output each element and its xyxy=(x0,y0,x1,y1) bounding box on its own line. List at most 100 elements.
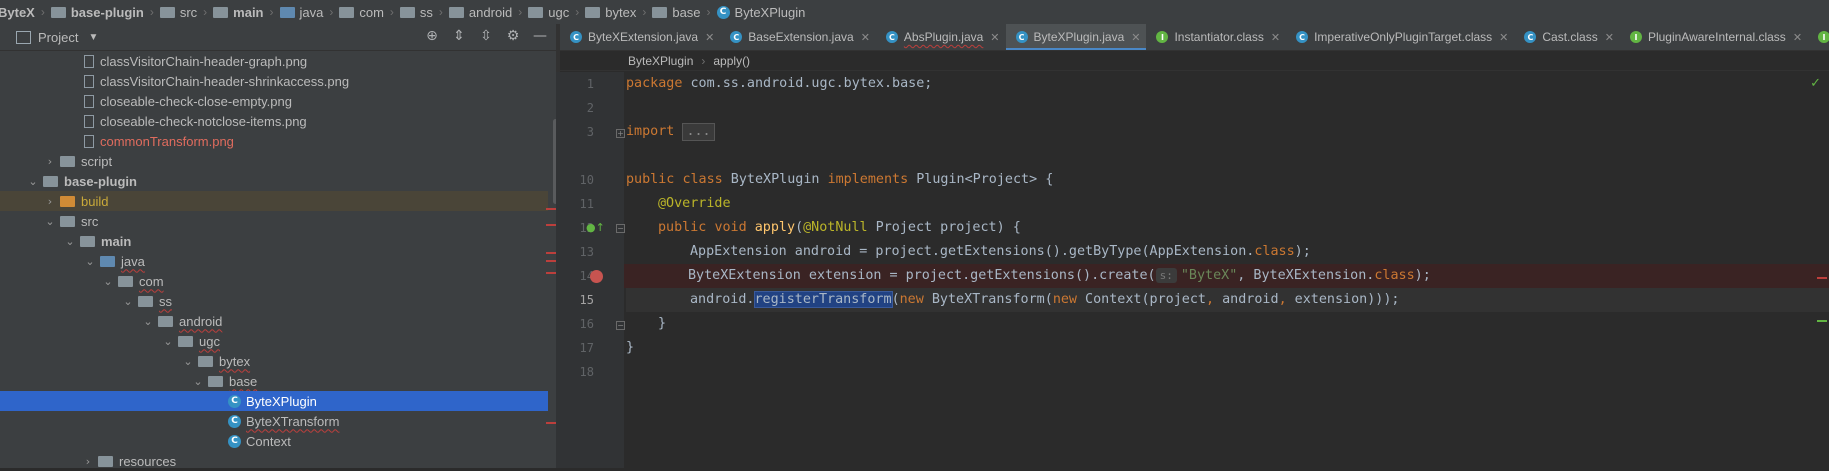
crumb-src[interactable]: src › xyxy=(159,5,213,20)
close-icon[interactable]: ✕ xyxy=(1605,31,1614,44)
tree-item[interactable]: C Context xyxy=(0,431,548,451)
locate-icon[interactable]: ⊕ xyxy=(424,28,440,44)
selected-text[interactable]: registerTransform xyxy=(753,291,893,308)
breadcrumb-class[interactable]: ByteXPlugin xyxy=(628,54,693,68)
tree-item[interactable]: ⌄ src xyxy=(0,211,548,231)
chevron-right-icon: › xyxy=(329,5,334,19)
tab-absplugin[interactable]: C AbsPlugin.java ✕ xyxy=(876,24,1006,50)
check-icon[interactable]: ✓ xyxy=(1810,76,1821,91)
error-marker[interactable] xyxy=(546,252,556,254)
code-line: public class ByteXPlugin implements Plug… xyxy=(626,172,1054,187)
folder-icon xyxy=(159,6,175,18)
tree-item[interactable]: C ByteXTransform xyxy=(0,411,548,431)
error-marker[interactable] xyxy=(546,422,556,424)
chevron-right-icon: › xyxy=(269,5,274,19)
chevron-down-icon[interactable]: ⌄ xyxy=(84,255,96,268)
package-icon xyxy=(118,275,133,287)
tab-bytexextension[interactable]: C ByteXExtension.java ✕ xyxy=(560,24,720,50)
chevron-right-icon[interactable]: › xyxy=(44,155,56,168)
tree-item[interactable]: ⌄ ss xyxy=(0,291,548,311)
code-editor[interactable]: 1 2 3 10 11 12 13 14 15 16 17 18 ●↑ + − … xyxy=(556,72,1829,468)
error-stripe-marker[interactable] xyxy=(1817,277,1827,279)
code-area[interactable]: package com.ss.android.ugc.bytex.base; i… xyxy=(624,72,1829,468)
image-file-icon xyxy=(84,54,94,68)
collapse-all-icon[interactable]: ⇳ xyxy=(478,28,494,44)
close-icon[interactable]: ✕ xyxy=(990,31,999,44)
tree-item[interactable]: commonTransform.png xyxy=(0,131,548,151)
tree-item[interactable]: ⌄ com xyxy=(0,271,548,291)
tree-item[interactable]: closeable-check-close-empty.png xyxy=(0,91,548,111)
breakpoint-icon[interactable] xyxy=(590,270,603,283)
tree-item-selected[interactable]: C ByteXPlugin xyxy=(0,391,548,411)
editor-gutter[interactable]: 1 2 3 10 11 12 13 14 15 16 17 18 ●↑ + − … xyxy=(556,72,625,468)
minimize-icon[interactable]: — xyxy=(532,28,548,44)
error-marker[interactable] xyxy=(546,224,556,226)
line-number: 11 xyxy=(579,197,594,211)
chevron-down-icon[interactable]: ⌄ xyxy=(192,375,204,388)
interface-icon: I xyxy=(1629,31,1642,43)
tab-imperativeonlyplugintarget[interactable]: C ImperativeOnlyPluginTarget.class ✕ xyxy=(1286,24,1514,50)
tree-item[interactable]: ⌄ bytex xyxy=(0,351,548,371)
error-marker[interactable] xyxy=(546,208,556,210)
crumb-java[interactable]: java › xyxy=(279,5,340,20)
crumb-bytex[interactable]: bytex › xyxy=(585,5,652,20)
chevron-down-icon[interactable]: ⌄ xyxy=(102,275,114,288)
tree-item[interactable]: ⌄ android xyxy=(0,311,548,331)
tab-cast[interactable]: C Cast.class ✕ xyxy=(1514,24,1620,50)
error-marker[interactable] xyxy=(546,272,556,274)
chevron-down-icon[interactable]: ⌄ xyxy=(27,175,39,188)
tree-item[interactable]: ⌄ main xyxy=(0,231,548,251)
crumb-module[interactable]: base-plugin › xyxy=(50,5,160,20)
implements-icon[interactable]: ●↑ xyxy=(586,221,605,234)
tree-item[interactable]: ⌄ ugc xyxy=(0,331,548,351)
tree-item[interactable]: ⌄ base xyxy=(0,371,548,391)
chevron-down-icon[interactable]: ⌄ xyxy=(142,315,154,328)
change-stripe-marker[interactable] xyxy=(1817,320,1827,322)
close-icon[interactable]: ✕ xyxy=(705,31,714,44)
chevron-down-icon[interactable]: ⌄ xyxy=(182,355,194,368)
crumb-ugc[interactable]: ugc › xyxy=(528,5,585,20)
gear-icon[interactable]: ⚙ xyxy=(505,28,521,44)
tab-overflow[interactable]: I xyxy=(1808,24,1829,50)
tree-item[interactable]: ⌄ base-plugin xyxy=(0,171,548,191)
tree-item[interactable]: classVisitorChain-header-graph.png xyxy=(0,51,548,71)
project-panel-title[interactable]: Project xyxy=(38,30,78,45)
chevron-down-icon[interactable]: ⌄ xyxy=(162,335,174,348)
chevron-right-icon[interactable]: › xyxy=(82,455,94,468)
expand-all-icon[interactable]: ⇕ xyxy=(451,28,467,44)
close-icon[interactable]: ✕ xyxy=(1131,31,1140,44)
close-icon[interactable]: ✕ xyxy=(1793,31,1802,44)
close-icon[interactable]: ✕ xyxy=(1499,31,1508,44)
tab-baseextension[interactable]: C BaseExtension.java ✕ xyxy=(720,24,876,50)
chevron-down-icon[interactable]: ⌄ xyxy=(122,295,134,308)
chevron-down-icon[interactable]: ▼ xyxy=(88,32,98,43)
crumb-com[interactable]: com › xyxy=(339,5,400,20)
crumb-base[interactable]: base › xyxy=(652,5,716,20)
tree-item[interactable]: classVisitorChain-header-shrinkaccess.pn… xyxy=(0,71,548,91)
close-icon[interactable]: ✕ xyxy=(1271,31,1280,44)
crumb-project[interactable]: ByteX › xyxy=(0,5,51,20)
tree-item[interactable]: closeable-check-notclose-items.png xyxy=(0,111,548,131)
tree-item[interactable]: › build xyxy=(0,191,548,211)
crumb-ss[interactable]: ss › xyxy=(399,5,449,20)
folded-imports[interactable]: ... xyxy=(682,123,715,141)
crumb-main[interactable]: main › xyxy=(213,5,279,20)
tab-instantiator[interactable]: I Instantiator.class ✕ xyxy=(1146,24,1286,50)
crumb-android[interactable]: android › xyxy=(448,5,528,20)
fold-icon[interactable]: − xyxy=(616,224,625,233)
close-icon[interactable]: ✕ xyxy=(861,31,870,44)
tab-bytexplugin[interactable]: C ByteXPlugin.java ✕ xyxy=(1005,24,1147,50)
tree-item[interactable]: ⌄ java xyxy=(0,251,548,271)
fold-icon[interactable]: − xyxy=(616,321,625,330)
error-marker[interactable] xyxy=(546,260,556,262)
chevron-down-icon[interactable]: ⌄ xyxy=(64,235,76,248)
chevron-right-icon[interactable]: › xyxy=(44,195,56,208)
breadcrumb-method[interactable]: apply() xyxy=(713,54,750,68)
crumb-class[interactable]: C ByteXPlugin xyxy=(716,5,805,20)
folder-icon xyxy=(528,6,544,18)
fold-icon[interactable]: + xyxy=(616,129,625,138)
tree-item[interactable]: › script xyxy=(0,151,548,171)
chevron-down-icon[interactable]: ⌄ xyxy=(44,215,56,228)
tab-pluginawareinternal[interactable]: I PluginAwareInternal.class ✕ xyxy=(1620,24,1808,50)
tree-item[interactable]: › resources xyxy=(0,451,548,471)
